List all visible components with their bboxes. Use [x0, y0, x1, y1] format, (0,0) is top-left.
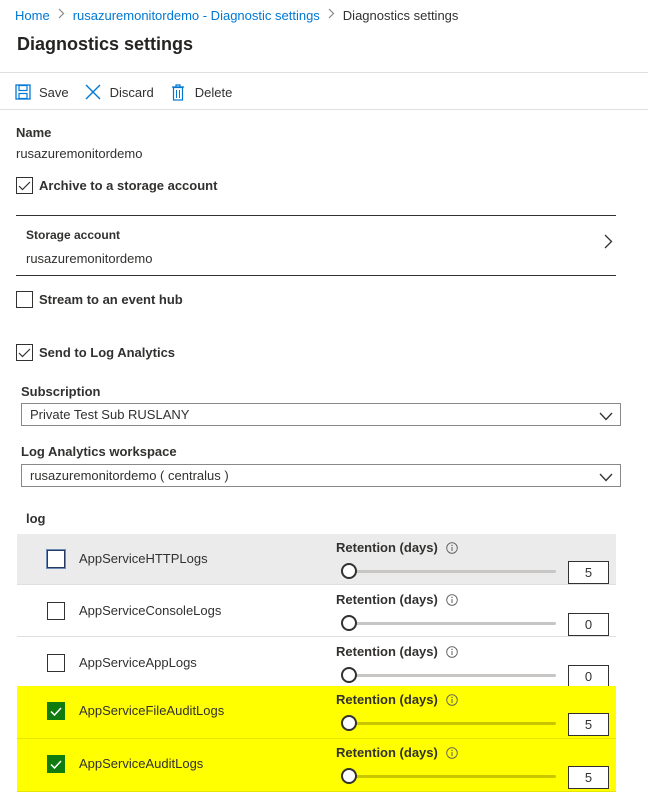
log-row-appservicehttplogs: AppServiceHTTPLogs Retention (days) 5: [17, 534, 616, 585]
chevron-right-icon: [328, 8, 335, 22]
log-checkbox[interactable]: [47, 550, 65, 568]
info-icon[interactable]: [446, 746, 458, 759]
retention-label: Retention (days): [336, 745, 458, 760]
breadcrumb-current: Diagnostics settings: [342, 7, 459, 23]
archive-storage-label: Archive to a storage account: [39, 178, 218, 193]
send-log-analytics-checkbox[interactable]: Send to Log Analytics: [16, 344, 175, 361]
breadcrumb-diagnostic-settings-link[interactable]: rusazuremonitordemo - Diagnostic setting…: [73, 8, 320, 23]
checkbox-box[interactable]: [16, 177, 33, 194]
chevron-right-icon: [58, 8, 65, 22]
command-bar: Save Discard Delete: [14, 78, 248, 106]
retention-slider-thumb[interactable]: [341, 768, 357, 784]
retention-label: Retention (days): [336, 540, 458, 555]
stream-event-hub-checkbox[interactable]: Stream to an event hub: [16, 291, 183, 308]
retention-days-input[interactable]: 5: [568, 713, 609, 736]
log-category-name: AppServiceHTTPLogs: [79, 551, 208, 566]
log-category-name: AppServiceFileAuditLogs: [79, 703, 225, 718]
name-value: rusazuremonitordemo: [16, 146, 143, 161]
close-icon: [85, 84, 102, 101]
retention-slider-thumb[interactable]: [341, 615, 357, 631]
checkmark-icon: [50, 706, 62, 716]
discard-button[interactable]: Discard: [85, 84, 154, 101]
workspace-dropdown[interactable]: rusazuremonitordemo ( centralus ): [21, 464, 621, 487]
retention-slider-thumb[interactable]: [341, 563, 357, 579]
subscription-label: Subscription: [21, 384, 101, 399]
retention-label: Retention (days): [336, 692, 458, 707]
info-icon[interactable]: [446, 693, 458, 706]
retention-label-text: Retention (days): [336, 540, 438, 555]
retention-label-text: Retention (days): [336, 592, 438, 607]
discard-label: Discard: [109, 84, 154, 100]
retention-label-text: Retention (days): [336, 644, 438, 659]
retention-slider-track[interactable]: [344, 674, 556, 677]
send-log-analytics-label: Send to Log Analytics: [39, 345, 176, 360]
log-checkbox[interactable]: [47, 702, 65, 720]
log-row-appserviceapplogs: AppServiceAppLogs Retention (days) 0: [17, 638, 616, 689]
delete-button[interactable]: Delete: [170, 83, 233, 101]
trash-icon: [170, 83, 187, 101]
checkbox-box[interactable]: [16, 291, 33, 308]
log-category-name: AppServiceAuditLogs: [79, 756, 204, 771]
workspace-value: rusazuremonitordemo ( centralus ): [30, 468, 229, 483]
retention-days-input[interactable]: 0: [568, 613, 609, 636]
retention-label: Retention (days): [336, 644, 458, 659]
retention-slider-thumb[interactable]: [341, 667, 357, 683]
name-label: Name: [16, 125, 52, 140]
storage-account-selector[interactable]: Storage account rusazuremonitordemo: [16, 215, 616, 276]
info-icon[interactable]: [446, 645, 458, 658]
retention-label-text: Retention (days): [336, 745, 438, 760]
info-icon[interactable]: [446, 541, 458, 554]
chevron-down-icon: [599, 470, 613, 485]
chevron-down-icon: [599, 409, 613, 424]
archive-storage-checkbox[interactable]: Archive to a storage account: [16, 177, 217, 194]
save-icon: [14, 84, 31, 101]
retention-slider-track[interactable]: [344, 722, 556, 725]
save-label: Save: [39, 84, 69, 100]
page-title: Diagnostics settings: [17, 34, 194, 54]
log-row-appservicefileauditlogs: AppServiceFileAuditLogs Retention (days)…: [17, 686, 616, 739]
retention-label: Retention (days): [336, 592, 458, 607]
log-checkbox[interactable]: [47, 755, 65, 773]
checkmark-icon: [18, 181, 31, 190]
breadcrumb-home-link[interactable]: Home: [15, 8, 50, 23]
checkmark-icon: [18, 348, 31, 357]
retention-slider-thumb[interactable]: [341, 715, 357, 731]
checkmark-icon: [50, 759, 62, 769]
checkbox-box[interactable]: [16, 344, 33, 361]
workspace-label: Log Analytics workspace: [21, 444, 177, 459]
retention-slider-track[interactable]: [344, 622, 556, 625]
retention-days-input[interactable]: 5: [568, 561, 609, 584]
retention-days-input[interactable]: 5: [568, 766, 609, 789]
retention-label-text: Retention (days): [336, 692, 438, 707]
retention-slider-track[interactable]: [344, 775, 556, 778]
breadcrumb: Home rusazuremonitordemo - Diagnostic se…: [0, 0, 648, 30]
log-row-appserviceconsolelogs: AppServiceConsoleLogs Retention (days) 0: [17, 586, 616, 637]
log-checkbox[interactable]: [47, 602, 65, 620]
storage-account-label: Storage account: [26, 228, 121, 242]
chevron-right-icon: [604, 234, 613, 252]
storage-account-value: rusazuremonitordemo: [26, 251, 153, 266]
info-icon[interactable]: [446, 593, 458, 606]
subscription-value: Private Test Sub RUSLANY: [30, 407, 190, 422]
retention-days-input[interactable]: 0: [568, 665, 609, 688]
save-button[interactable]: Save: [14, 84, 69, 101]
subscription-dropdown[interactable]: Private Test Sub RUSLANY: [21, 403, 621, 426]
delete-label: Delete: [194, 84, 233, 100]
log-category-name: AppServiceConsoleLogs: [79, 603, 222, 618]
log-category-name: AppServiceAppLogs: [79, 655, 197, 670]
toolbar-divider-top: [0, 72, 648, 73]
log-row-appserviceauditlogs: AppServiceAuditLogs Retention (days) 5: [17, 739, 616, 792]
retention-slider-track[interactable]: [344, 570, 556, 573]
toolbar-divider-bottom: [0, 109, 648, 110]
log-section-heading: log: [26, 511, 46, 526]
log-checkbox[interactable]: [47, 654, 65, 672]
stream-event-hub-label: Stream to an event hub: [39, 292, 183, 307]
